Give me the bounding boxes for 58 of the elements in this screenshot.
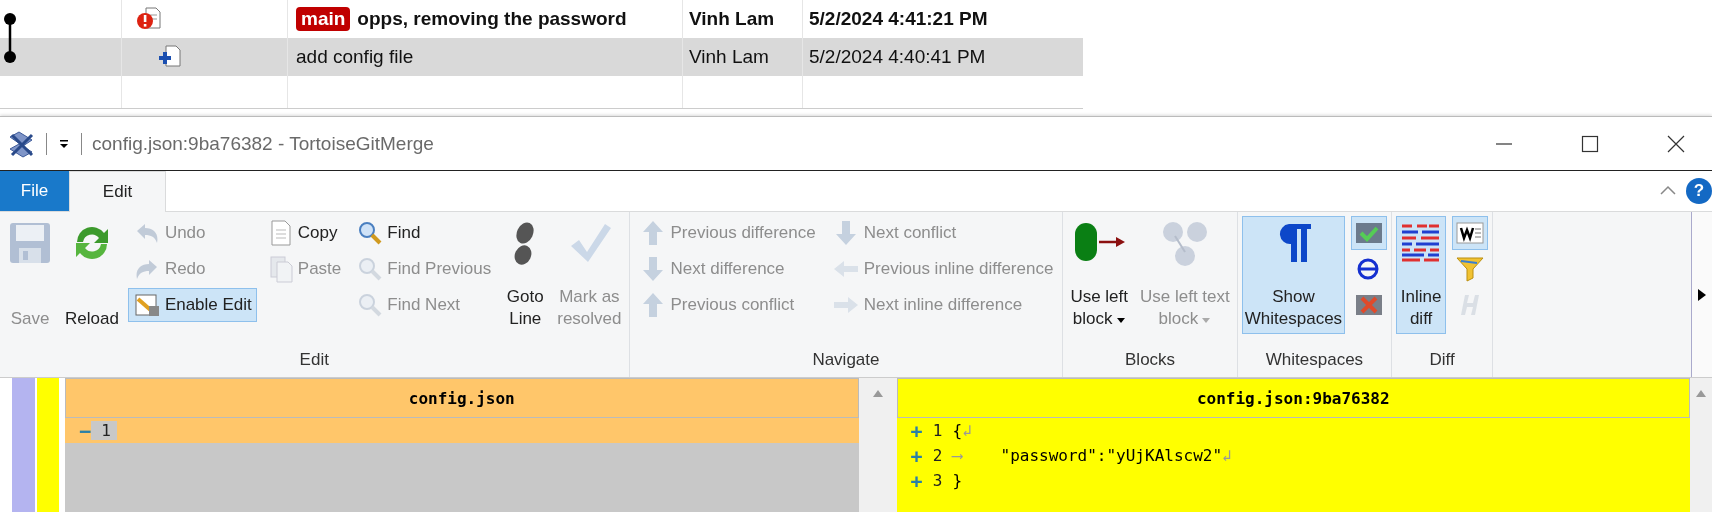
- ribbon-button[interactable]: Reload: [62, 216, 122, 334]
- group-label: Diff: [1428, 349, 1456, 371]
- line-end-marker: ↲: [962, 421, 972, 440]
- cross-icon: [1354, 293, 1385, 317]
- scroll-up-icon[interactable]: [871, 388, 884, 398]
- file-menu-tab[interactable]: File: [0, 171, 69, 211]
- ribbon-button[interactable]: Inline diff: [1396, 216, 1447, 334]
- scroll-up-icon[interactable]: [1695, 388, 1707, 398]
- line-number: 1: [931, 421, 944, 440]
- document-lines-icon: [1455, 221, 1486, 245]
- group-label: Blocks: [1124, 349, 1177, 371]
- branch-label: main: [296, 7, 351, 31]
- commit-message: add config file: [296, 46, 414, 68]
- ribbon-button[interactable]: Enable Edit: [127, 288, 257, 322]
- ribbon-button[interactable]: Find: [352, 216, 497, 250]
- funnel-icon: [1455, 255, 1486, 283]
- commit-message: opps, removing the password: [357, 8, 627, 30]
- line-end-marker: ↲: [1222, 446, 1232, 465]
- commit-date: 5/2/2024 4:41:21 PM: [809, 8, 988, 30]
- window-title: config.json:9ba76382 - TortoiseGitMerge: [92, 132, 434, 155]
- ribbon-button[interactable]: Show Whitespaces: [1241, 216, 1346, 334]
- group-label: Edit: [298, 349, 330, 371]
- code-text: }: [952, 471, 963, 490]
- pane-header: config.json: [65, 378, 859, 418]
- maximize-icon[interactable]: [1580, 133, 1600, 154]
- ribbon-icon-button[interactable]: [1452, 216, 1489, 250]
- tab-marker: ⟶: [952, 446, 964, 465]
- ribbon-button[interactable]: Use left block: [1067, 216, 1131, 334]
- magnifier-icon: [357, 292, 384, 318]
- diff-marker: +: [909, 418, 923, 443]
- group-label: Whitespaces: [1264, 349, 1365, 371]
- clipboard-icon: [267, 255, 294, 283]
- checked-box-icon: [1354, 221, 1385, 245]
- block-arrow-icon: [1072, 220, 1127, 264]
- ribbon-button[interactable]: Copy: [262, 216, 347, 250]
- pane-header: config.json:9ba76382: [896, 378, 1690, 418]
- line-number: 3: [931, 471, 944, 490]
- pencil-edit-icon: [132, 292, 161, 318]
- scroll-right-icon[interactable]: [1696, 286, 1708, 303]
- line-number: 1: [91, 421, 117, 440]
- commit-date: 5/2/2024 4:40:41 PM: [809, 46, 986, 68]
- diff-marker: +: [909, 468, 923, 493]
- ribbon-button[interactable]: Goto Line: [502, 216, 549, 334]
- group-label: Navigate: [811, 349, 881, 371]
- code-text: {: [952, 421, 963, 440]
- magnifier-icon: [357, 256, 384, 282]
- diff-marker: −: [77, 418, 91, 443]
- added-file-icon: [156, 44, 182, 70]
- modified-file-icon: [136, 6, 162, 32]
- help-button[interactable]: ?: [1686, 178, 1712, 204]
- line-number: 2: [931, 446, 944, 465]
- close-icon[interactable]: [1666, 133, 1686, 154]
- code-text: "password":"yUjKAlscw2": [1000, 446, 1223, 465]
- author-name: Vinh Lam: [689, 46, 769, 68]
- author-name: Vinh Lam: [689, 8, 775, 30]
- diff-marker: +: [909, 443, 923, 468]
- magnifier-icon: [357, 220, 384, 246]
- ribbon-tab[interactable]: Edit: [69, 171, 166, 212]
